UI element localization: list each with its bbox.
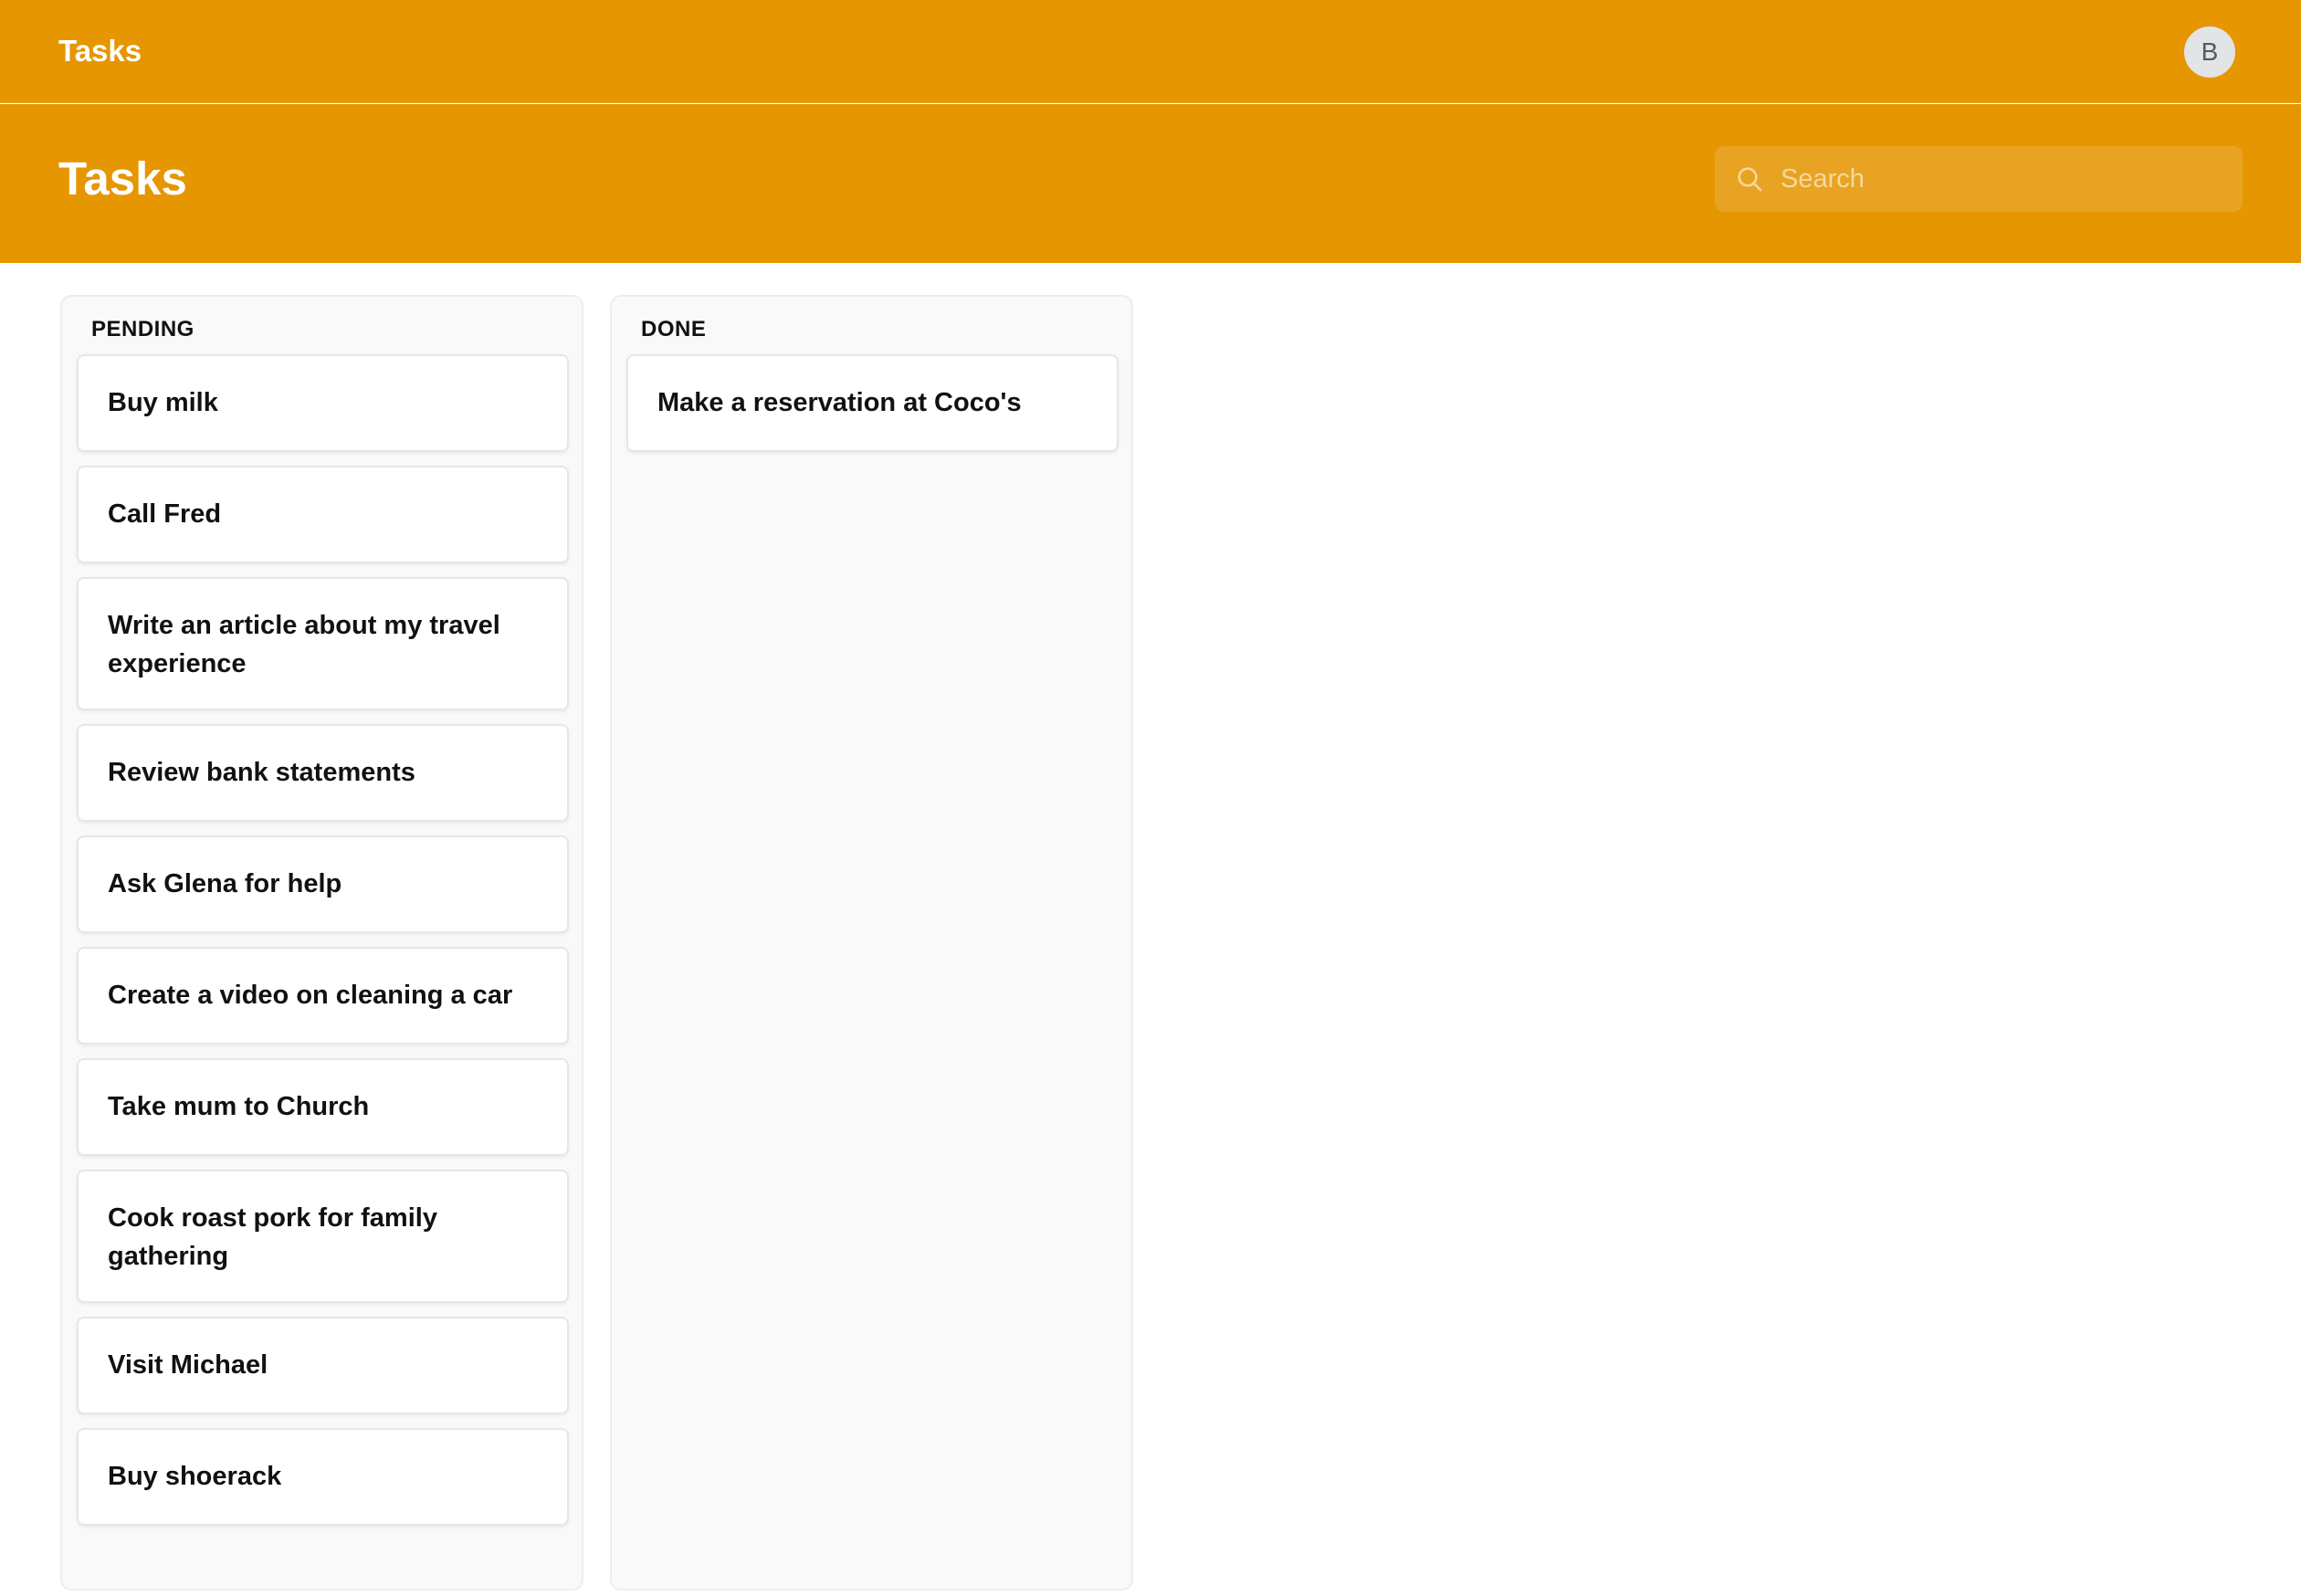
task-card[interactable]: Call Fred <box>77 466 569 563</box>
task-card[interactable]: Take mum to Church <box>77 1058 569 1156</box>
column-title: DONE <box>641 317 707 341</box>
page-header: Tasks <box>0 104 2301 263</box>
task-card[interactable]: Make a reservation at Coco's <box>626 354 1119 452</box>
column-title: PENDING <box>91 317 194 341</box>
task-card[interactable]: Create a video on cleaning a car <box>77 947 569 1045</box>
top-bar: Tasks B <box>0 0 2301 103</box>
search-input[interactable] <box>1779 146 2226 212</box>
task-card[interactable]: Review bank statements <box>77 724 569 822</box>
task-card[interactable]: Ask Glena for help <box>77 835 569 933</box>
task-card[interactable]: Visit Michael <box>77 1317 569 1414</box>
search-box[interactable] <box>1715 146 2243 212</box>
card-list: Buy milk Call Fred Write an article abou… <box>77 354 569 1539</box>
task-card[interactable]: Cook roast pork for family gathering <box>77 1170 569 1303</box>
user-avatar[interactable]: B <box>2184 26 2235 78</box>
column-done: DONE Make a reservation at Coco's <box>610 295 1133 1591</box>
task-card[interactable]: Write an article about my travel experie… <box>77 577 569 710</box>
column-pending: PENDING Buy milk Call Fred Write an arti… <box>60 295 583 1591</box>
app-title[interactable]: Tasks <box>58 31 142 71</box>
page-title: Tasks <box>58 152 187 205</box>
search-icon <box>1738 167 1762 192</box>
task-card[interactable]: Buy milk <box>77 354 569 452</box>
card-list: Make a reservation at Coco's <box>626 354 1119 466</box>
task-card[interactable]: Buy shoerack <box>77 1428 569 1526</box>
